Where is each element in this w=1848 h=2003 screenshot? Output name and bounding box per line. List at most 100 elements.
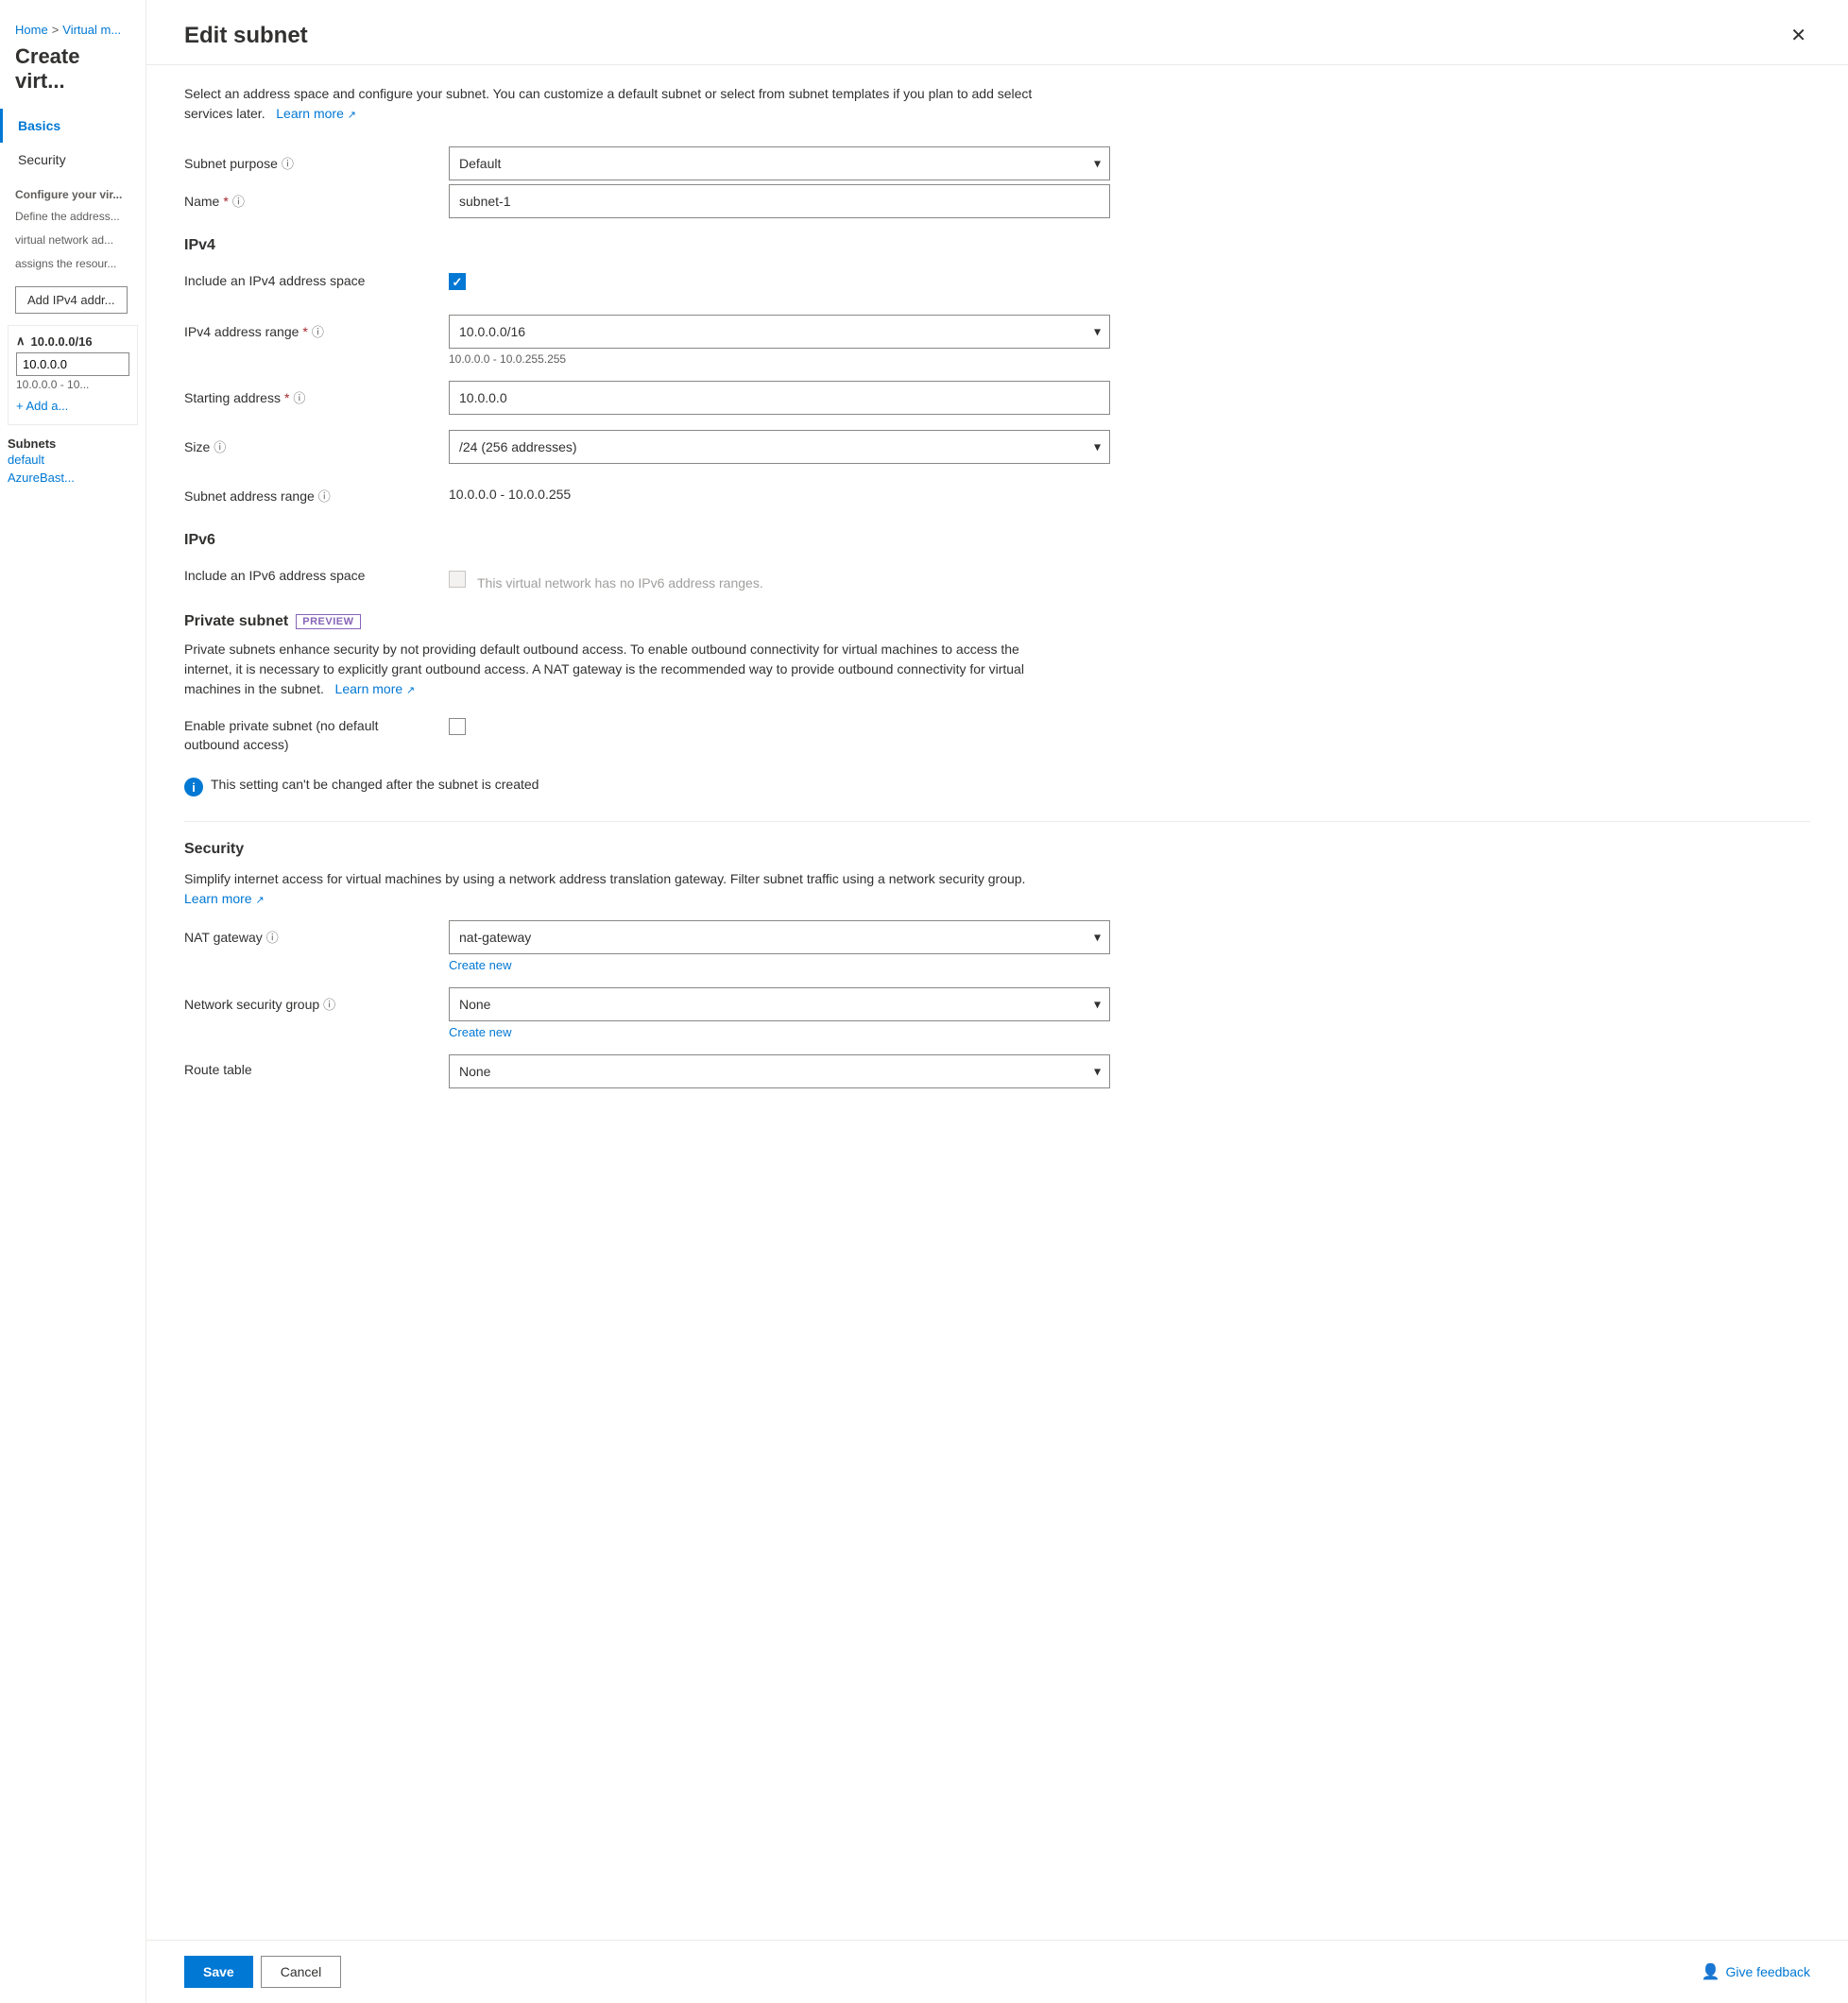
nat-gateway-create-new-link[interactable]: Create new	[449, 958, 1110, 972]
nsg-control: None Create new	[449, 987, 1110, 1039]
intro-learn-more-link[interactable]: Learn more ↗	[272, 106, 356, 121]
subnet-bastion-link[interactable]: AzureBast...	[0, 469, 145, 487]
subnet-purpose-select-wrapper: Default Virtual Network Gateway Azure Fi…	[449, 146, 1110, 180]
ipv4-range-select[interactable]: 10.0.0.0/16	[449, 315, 1110, 349]
vnet-text: virtual network ad...	[0, 229, 145, 252]
size-select[interactable]: /24 (256 addresses) /25 (128 addresses) …	[449, 430, 1110, 464]
name-label: Name * ⓘ	[184, 184, 449, 210]
nsg-row: Network security group ⓘ None Create new	[184, 987, 1810, 1039]
include-ipv4-checkbox[interactable]	[449, 273, 466, 290]
security-header: Security	[184, 841, 1810, 858]
drawer-header: Edit subnet ✕	[146, 0, 1848, 65]
ipv4-header: IPv4	[184, 237, 1810, 254]
add-ipv4-button[interactable]: Add IPv4 addr...	[15, 286, 128, 314]
size-select-wrapper: /24 (256 addresses) /25 (128 addresses) …	[449, 430, 1110, 464]
drawer-title: Edit subnet	[184, 23, 308, 49]
tab-basics[interactable]: Basics	[0, 109, 145, 143]
starting-address-input[interactable]	[449, 381, 1110, 415]
breadcrumb-sep: >	[52, 23, 60, 37]
ip-block: ∧ 10.0.0.0/16 10.0.0.0 - 10... + Add a..…	[8, 325, 138, 425]
size-control: /24 (256 addresses) /25 (128 addresses) …	[449, 430, 1110, 464]
preview-badge: PREVIEW	[296, 614, 360, 629]
nsg-label: Network security group ⓘ	[184, 987, 449, 1013]
close-button[interactable]: ✕	[1787, 23, 1810, 49]
name-input[interactable]	[449, 184, 1110, 218]
nat-gateway-info-icon: ⓘ	[266, 928, 279, 946]
include-ipv4-row: Include an IPv4 address space	[184, 265, 1810, 300]
private-subnet-learn-more-icon: ↗	[406, 685, 415, 696]
nsg-create-new-link[interactable]: Create new	[449, 1025, 1110, 1039]
give-feedback-button[interactable]: 👤 Give feedback	[1702, 1962, 1810, 1981]
cancel-button[interactable]: Cancel	[261, 1956, 342, 1988]
name-row: Name * ⓘ	[184, 184, 1810, 218]
subnets-label: Subnets	[0, 437, 145, 451]
ip-input[interactable]	[16, 352, 129, 376]
subnet-address-range-label: Subnet address range ⓘ	[184, 479, 449, 505]
ip-cidr: ∧ 10.0.0.0/16	[16, 334, 129, 349]
route-table-label: Route table	[184, 1054, 449, 1077]
learn-more-icon: ↗	[348, 110, 356, 121]
starting-address-control	[449, 381, 1110, 415]
size-row: Size ⓘ /24 (256 addresses) /25 (128 addr…	[184, 430, 1810, 464]
nsg-info-icon: ⓘ	[323, 995, 335, 1013]
include-ipv4-control	[449, 265, 1110, 290]
feedback-icon: 👤	[1702, 1962, 1720, 1981]
private-subnet-header: Private subnet	[184, 613, 288, 630]
private-subnet-header-row: Private subnet PREVIEW	[184, 613, 1810, 630]
page-title: Create virt...	[0, 41, 145, 109]
private-subnet-learn-more-link[interactable]: Learn more ↗	[332, 681, 416, 696]
size-info-icon: ⓘ	[214, 437, 226, 455]
enable-private-subnet-label: Enable private subnet (no default outbou…	[184, 710, 449, 752]
subnet-purpose-control: Default Virtual Network Gateway Azure Fi…	[449, 146, 1110, 180]
edit-subnet-drawer: Edit subnet ✕ Select an address space an…	[146, 0, 1848, 2003]
breadcrumb-home[interactable]: Home	[15, 23, 48, 37]
nsg-select[interactable]: None	[449, 987, 1110, 1021]
include-ipv6-row: Include an IPv6 address space This virtu…	[184, 560, 1810, 594]
ipv4-range-label: IPv4 address range * ⓘ	[184, 315, 449, 340]
subnet-purpose-select[interactable]: Default Virtual Network Gateway Azure Fi…	[449, 146, 1110, 180]
ipv4-range-select-wrapper: 10.0.0.0/16	[449, 315, 1110, 349]
left-panel: Home > Virtual m... Create virt... Basic…	[0, 0, 146, 2003]
security-description: Simplify internet access for virtual mac…	[184, 869, 1035, 909]
nat-gateway-control: None nat-gateway Create new	[449, 920, 1110, 972]
starting-address-info-icon: ⓘ	[293, 388, 305, 406]
subnet-default-link[interactable]: default	[0, 451, 145, 469]
nsg-select-wrapper: None	[449, 987, 1110, 1021]
subnet-address-range-row: Subnet address range ⓘ 10.0.0.0 - 10.0.0…	[184, 479, 1810, 513]
subnet-address-range-value: 10.0.0.0 - 10.0.0.255	[449, 479, 1110, 502]
starting-address-row: Starting address * ⓘ	[184, 381, 1810, 415]
route-table-row: Route table None	[184, 1054, 1810, 1088]
ip-range: 10.0.0.0 - 10...	[16, 378, 129, 391]
route-table-control: None	[449, 1054, 1110, 1088]
include-ipv6-control: This virtual network has no IPv6 address…	[449, 560, 1110, 591]
ipv4-range-control: 10.0.0.0/16 10.0.0.0 - 10.0.255.255	[449, 315, 1110, 366]
security-learn-more-link[interactable]: Learn more ↗	[184, 891, 265, 906]
ipv4-range-row: IPv4 address range * ⓘ 10.0.0.0/16 10.0.…	[184, 315, 1810, 366]
starting-address-label: Starting address * ⓘ	[184, 381, 449, 406]
nat-gateway-label: NAT gateway ⓘ	[184, 920, 449, 946]
subnet-address-range-info-icon: ⓘ	[318, 487, 331, 505]
info-icon-circle: i	[184, 778, 203, 796]
subnet-purpose-label: Subnet purpose ⓘ	[184, 146, 449, 172]
security-learn-more-icon: ↗	[255, 895, 264, 906]
enable-private-subnet-row: Enable private subnet (no default outbou…	[184, 710, 1810, 752]
nat-gateway-select[interactable]: None nat-gateway	[449, 920, 1110, 954]
name-required: *	[223, 194, 228, 209]
nat-gateway-select-wrapper: None nat-gateway	[449, 920, 1110, 954]
footer-left: Save Cancel	[184, 1956, 341, 1988]
enable-private-subnet-checkbox[interactable]	[449, 718, 466, 735]
tab-security[interactable]: Security	[0, 143, 145, 177]
nav-tabs: Basics Security	[0, 109, 145, 177]
include-ipv6-label: Include an IPv6 address space	[184, 560, 449, 583]
add-subnet-link[interactable]: + Add a...	[16, 395, 129, 417]
separator-1	[184, 821, 1810, 822]
drawer-footer: Save Cancel 👤 Give feedback	[146, 1940, 1848, 2003]
route-table-select[interactable]: None	[449, 1054, 1110, 1088]
save-button[interactable]: Save	[184, 1956, 253, 1988]
enable-private-subnet-control	[449, 710, 1110, 735]
private-subnet-section: Private subnet PREVIEW Private subnets e…	[184, 613, 1810, 699]
ipv6-header: IPv6	[184, 532, 1810, 549]
private-subnet-description: Private subnets enhance security by not …	[184, 640, 1035, 699]
define-text: Define the address...	[0, 205, 145, 229]
include-ipv6-checkbox[interactable]	[449, 571, 466, 588]
